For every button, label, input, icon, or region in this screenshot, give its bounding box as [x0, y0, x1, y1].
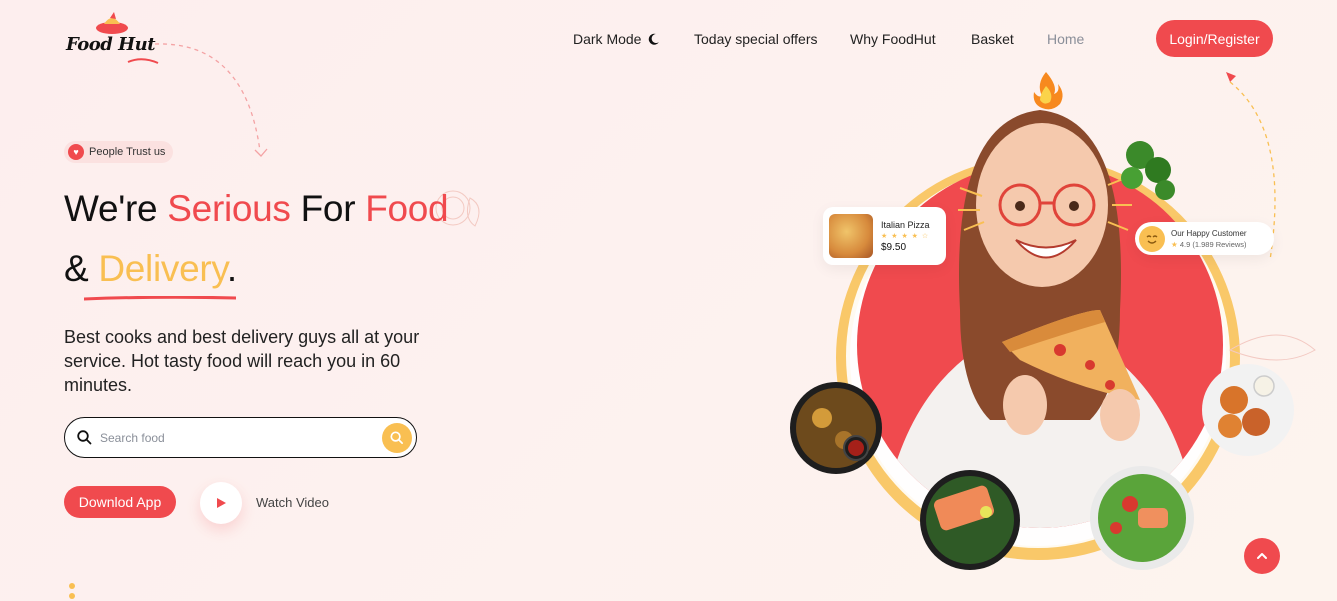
headline-highlight-food: Food — [365, 188, 449, 229]
nav-basket[interactable]: Basket — [971, 31, 1014, 47]
nav-dark-mode-label: Dark Mode — [573, 31, 642, 47]
hero-illustration — [790, 72, 1316, 570]
pizza-card-stars: ★ ★ ★ ★ ☆ — [881, 232, 930, 240]
fire-icon — [1033, 72, 1063, 110]
headline-highlight-delivery: Delivery — [98, 248, 227, 289]
search-icon — [77, 430, 92, 445]
plate-bottom-left — [920, 470, 1020, 570]
play-icon — [217, 498, 226, 508]
plate-left — [790, 382, 882, 474]
login-register-button[interactable]: Login/Register — [1156, 20, 1273, 57]
hero-headline-line2: & Delivery. — [64, 248, 237, 290]
headline-brush-underline — [84, 296, 236, 301]
pizza-card-title: Italian Pizza — [881, 219, 930, 230]
arrow-up-icon — [1257, 553, 1267, 559]
logo-text: Food Hut — [66, 34, 156, 55]
download-app-button[interactable]: Downlod App — [64, 486, 176, 518]
face — [976, 123, 1108, 287]
scroll-to-top-button[interactable] — [1244, 538, 1280, 574]
smile-icon — [1139, 225, 1165, 252]
people-trust-badge: ♥ People Trust us — [64, 141, 174, 163]
nav-dark-mode[interactable]: Dark Mode — [573, 31, 660, 47]
pizza-card-info: Italian Pizza ★ ★ ★ ★ ☆ $9.50 — [881, 220, 930, 253]
moon-icon — [649, 33, 660, 45]
badge-label: People Trust us — [89, 146, 166, 158]
headline-text: For — [290, 188, 366, 229]
customer-card-title: Our Happy Customer — [1171, 228, 1247, 238]
scroll-indicator-icon — [69, 583, 75, 599]
pizza-card-price: $9.50 — [881, 241, 907, 253]
watch-video-link[interactable]: Watch Video — [256, 495, 329, 510]
search-input[interactable] — [100, 430, 382, 445]
customer-review-count: (1.989 Reviews) — [1192, 239, 1247, 249]
hero-headline-line1: We're Serious For Food — [64, 188, 449, 230]
hero-description: Best cooks and best delivery guys all at… — [64, 327, 420, 395]
nav-why-foodhut[interactable]: Why FoodHut — [850, 31, 936, 47]
search-submit-button[interactable] — [382, 422, 412, 453]
headline-text: We're — [64, 188, 168, 229]
customer-card-rating: ★ 4.9 (1.989 Reviews) — [1171, 240, 1247, 249]
nav-home[interactable]: Home — [1047, 31, 1084, 47]
happy-customer-card: Our Happy Customer ★ 4.9 (1.989 Reviews) — [1135, 222, 1274, 255]
star-icon: ★ — [1171, 239, 1178, 249]
heart-icon: ♥ — [68, 144, 84, 160]
watch-video-play-button[interactable] — [200, 482, 242, 524]
italian-pizza-card[interactable]: Italian Pizza ★ ★ ★ ★ ☆ $9.50 — [823, 207, 946, 265]
headline-text: & — [64, 248, 99, 289]
customer-card-info: Our Happy Customer ★ 4.9 (1.989 Reviews) — [1171, 229, 1247, 249]
headline-highlight-serious: Serious — [167, 188, 291, 229]
search-bar — [64, 417, 417, 458]
customer-rating-value: 4.9 — [1179, 239, 1191, 249]
headline-text: . — [226, 248, 237, 289]
nav-today-offers[interactable]: Today special offers — [694, 31, 817, 47]
plate-bottom-right — [1090, 466, 1194, 570]
pizza-thumbnail — [829, 214, 873, 258]
search-icon — [390, 430, 403, 444]
plate-right — [1202, 364, 1294, 456]
